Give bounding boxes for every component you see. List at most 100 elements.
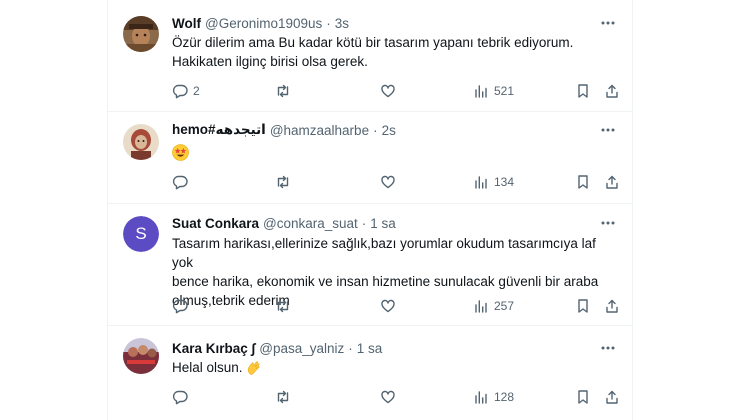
bookmark-icon [578,175,588,189]
views-chart-icon [475,176,487,189]
tweet-actions: 2 521 [172,81,620,101]
more-dots-icon [601,346,615,350]
separator-dot: · [361,215,367,231]
views-button[interactable]: 521 [473,81,514,101]
user-handle[interactable]: @Geronimo1909us [205,16,322,31]
like-button[interactable] [380,172,401,192]
timestamp[interactable]: 1 sa [357,341,383,356]
share-icon [606,299,618,313]
bookmark-button[interactable] [575,172,591,192]
like-button[interactable] [380,81,401,101]
tweet-actions: 257 [172,296,620,316]
timestamp[interactable]: 3s [335,16,349,31]
tweet-header: Wolf @Geronimo1909us · 3s [172,13,349,33]
share-icon [606,390,618,404]
retweet-icon [277,84,289,98]
like-button[interactable] [380,387,401,407]
retweet-button[interactable] [275,387,296,407]
tweet-text-line: bence harika, ekonomik ve insan hizmetin… [172,274,599,289]
avatar-wolf-image [123,16,159,52]
tweet-text [172,142,612,161]
share-button[interactable] [604,296,620,316]
more-dots-icon [601,21,615,25]
view-count: 128 [494,390,515,404]
reply-icon [172,299,188,314]
view-count: 521 [494,84,515,98]
more-dots-icon [601,128,615,132]
timestamp[interactable]: 1 sa [370,216,396,231]
display-name[interactable]: hemo#اتيجدهه [172,122,266,138]
avatar-hemo[interactable] [123,124,159,160]
like-button[interactable] [380,296,401,316]
retweet-icon [277,175,289,189]
bookmark-icon [578,390,588,404]
view-count: 257 [494,299,515,313]
user-handle[interactable]: @pasa_yalniz [259,341,344,356]
bookmark-icon [578,299,588,313]
retweet-button[interactable] [275,172,296,192]
views-chart-icon [475,85,487,98]
display-name[interactable]: Suat Conkara [172,216,259,231]
avatar-hemo-image [123,124,159,160]
reply-button[interactable] [172,172,193,192]
heart-icon [381,299,395,313]
tweet-text-line: Tasarım harikası,ellerinize sağlık,bazı … [172,236,596,270]
views-button[interactable]: 134 [473,172,514,192]
more-dots-icon [601,221,615,225]
more-options-button[interactable] [599,121,617,139]
user-handle[interactable]: @conkara_suat [263,216,358,231]
views-button[interactable]: 128 [473,387,514,407]
reply-button[interactable]: 2 [172,81,200,101]
display-name[interactable]: Kara Kırbaç ∫ [172,341,255,356]
more-options-button[interactable] [599,214,617,232]
tweet-text: Özür dilerim ama Bu kadar kötü bir tasar… [172,33,612,71]
retweet-button[interactable] [275,81,296,101]
avatar-letter: S [123,216,159,252]
separator-dot: · [348,340,353,356]
timestamp[interactable]: 2s [382,123,396,138]
more-options-button[interactable] [599,339,617,357]
reply-icon [172,175,188,190]
views-button[interactable]: 257 [473,296,514,316]
tweet-2[interactable]: hemo#اتيجدهه @hamzaalharbe · 2s 134 [108,112,632,204]
avatar-kara[interactable] [123,338,159,374]
reply-count: 2 [193,84,200,98]
share-icon [606,84,618,98]
tweet-header: hemo#اتيجدهه @hamzaalharbe · 2s [172,120,396,140]
tweet-actions: 128 [172,387,620,407]
reply-button[interactable] [172,387,193,407]
reply-button[interactable] [172,296,193,316]
avatar-suat[interactable]: S [123,216,159,252]
share-button[interactable] [604,172,620,192]
tweet-text-line: Helal olsun. [172,360,243,375]
share-button[interactable] [604,387,620,407]
tweet-3[interactable]: S Suat Conkara @conkara_suat · 1 sa Tasa… [108,204,632,326]
bookmark-icon [578,84,588,98]
views-chart-icon [475,300,487,313]
star-struck-emoji [172,144,189,161]
bookmark-button[interactable] [575,296,591,316]
heart-icon [381,390,395,404]
clapping-hands-emoji [248,361,260,376]
retweet-icon [277,390,289,404]
avatar-kara-image [123,338,159,374]
reply-icon [172,84,188,99]
more-options-button[interactable] [599,14,617,32]
views-chart-icon [475,391,487,404]
bookmark-button[interactable] [575,81,591,101]
retweet-icon [277,299,289,313]
retweet-button[interactable] [275,296,296,316]
bookmark-button[interactable] [575,387,591,407]
share-icon [606,175,618,189]
avatar-wolf[interactable] [123,16,159,52]
separator-dot: · [326,15,331,31]
tweet-1[interactable]: Wolf @Geronimo1909us · 3s Özür dilerim a… [108,0,632,112]
display-name[interactable]: Wolf [172,16,201,31]
tweet-header: Suat Conkara @conkara_suat · 1 sa [172,213,396,233]
user-handle[interactable]: @hamzaalharbe [270,123,369,138]
tweet-4[interactable]: Kara Kırbaç ∫ @pasa_yalniz · 1 sa Helal … [108,326,632,420]
share-button[interactable] [604,81,620,101]
heart-icon [381,175,395,189]
tweet-actions: 134 [172,172,620,192]
separator-dot: · [373,122,378,138]
